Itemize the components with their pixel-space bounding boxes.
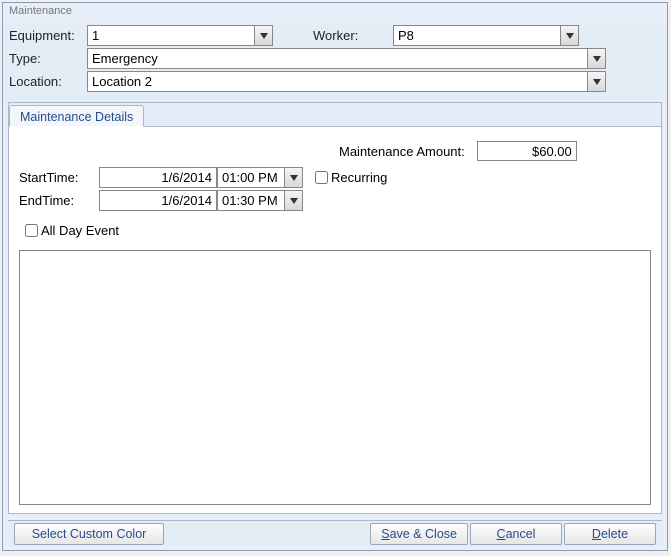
equipment-input[interactable] [88, 26, 254, 45]
start-date-input[interactable] [99, 167, 217, 188]
equipment-select[interactable] [87, 25, 273, 46]
location-label: Location: [9, 74, 87, 89]
recurring-label: Recurring [331, 170, 387, 185]
notes-textarea[interactable] [19, 250, 651, 505]
start-time-select[interactable] [217, 167, 303, 188]
worker-label: Worker: [313, 28, 373, 43]
tab-panel: Maintenance Details Maintenance Amount: … [8, 102, 662, 514]
chevron-down-icon [260, 33, 268, 39]
type-label: Type: [9, 51, 87, 66]
recurring-checkbox[interactable] [315, 171, 328, 184]
end-time-input[interactable] [218, 191, 284, 210]
endtime-label: EndTime: [19, 193, 99, 208]
end-time-select[interactable] [217, 190, 303, 211]
save-close-button[interactable]: Save & Close [370, 523, 468, 545]
worker-input[interactable] [394, 26, 560, 45]
chevron-down-icon [566, 33, 574, 39]
type-dropdown-button[interactable] [587, 49, 605, 68]
window-title: Maintenance [3, 3, 667, 21]
equipment-dropdown-button[interactable] [254, 26, 272, 45]
footer-toolbar: Select Custom Color Save & Close Cancel … [8, 520, 662, 546]
worker-dropdown-button[interactable] [560, 26, 578, 45]
header-form: Equipment: Worker: Type: [3, 21, 667, 102]
start-time-dropdown-button[interactable] [284, 168, 302, 187]
type-select[interactable] [87, 48, 606, 69]
worker-select[interactable] [393, 25, 579, 46]
location-dropdown-button[interactable] [587, 72, 605, 91]
tab-strip: Maintenance Details [9, 103, 661, 127]
start-time-input[interactable] [218, 168, 284, 187]
location-input[interactable] [88, 72, 587, 91]
location-select[interactable] [87, 71, 606, 92]
starttime-label: StartTime: [19, 170, 99, 185]
equipment-label: Equipment: [9, 28, 87, 43]
select-custom-color-button[interactable]: Select Custom Color [14, 523, 164, 545]
tab-maintenance-details[interactable]: Maintenance Details [9, 105, 144, 127]
cancel-button[interactable]: Cancel [470, 523, 562, 545]
delete-button[interactable]: Delete [564, 523, 656, 545]
end-date-input[interactable] [99, 190, 217, 211]
chevron-down-icon [593, 56, 601, 62]
amount-input[interactable] [477, 141, 577, 161]
chevron-down-icon [290, 198, 298, 204]
chevron-down-icon [290, 175, 298, 181]
allday-checkbox[interactable] [25, 224, 38, 237]
amount-label: Maintenance Amount: [339, 144, 465, 159]
maintenance-window: Maintenance Equipment: Worker: Type: [2, 2, 668, 551]
allday-label: All Day Event [41, 223, 119, 238]
chevron-down-icon [593, 79, 601, 85]
type-input[interactable] [88, 49, 587, 68]
end-time-dropdown-button[interactable] [284, 191, 302, 210]
tab-content: Maintenance Amount: StartTime: Recurring [9, 127, 661, 513]
